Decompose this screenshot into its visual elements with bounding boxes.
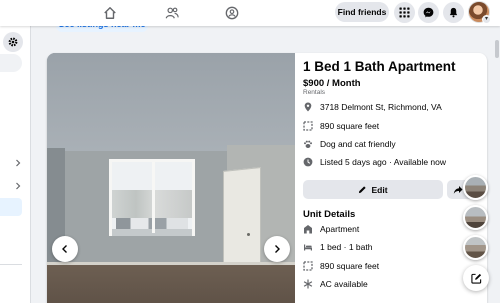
pencil-icon (359, 186, 367, 194)
photo-window (109, 159, 195, 236)
share-arrow-icon (453, 185, 463, 194)
find-friends-button[interactable]: Find friends (335, 2, 389, 22)
info-row-text: 3718 Delmont St, Richmond, VA (320, 102, 442, 112)
next-photo-button[interactable] (264, 236, 290, 262)
sidebar-search-input[interactable] (0, 54, 22, 72)
unit-row-bed-bath: 1 bed · 1 bath (303, 240, 372, 254)
listing-title: 1 Bed 1 Bath Apartment (303, 59, 456, 74)
home-icon[interactable] (100, 4, 120, 22)
chat-head-thumbnail[interactable] (463, 175, 488, 200)
compose-message-button[interactable] (463, 265, 489, 291)
groups-icon[interactable] (222, 4, 242, 22)
info-row-pets: Dog and cat friendly (303, 137, 396, 151)
info-row-location[interactable]: 3718 Delmont St, Richmond, VA (303, 100, 442, 114)
gear-icon[interactable] (3, 32, 23, 52)
chevron-right-icon (275, 245, 280, 253)
unit-row-text: 1 bed · 1 bath (320, 242, 373, 252)
previous-photo-button[interactable] (52, 236, 78, 262)
chevron-right-icon[interactable] (14, 154, 24, 167)
unit-row-ac: AC available (303, 277, 368, 291)
snowflake-icon (303, 279, 313, 289)
chat-head-thumbnail[interactable] (463, 235, 488, 260)
listing-price: $900 / Month (303, 78, 361, 89)
unit-row-type: Apartment (303, 222, 359, 236)
square-footage-icon (303, 121, 313, 131)
info-row-text: Dog and cat friendly (320, 139, 396, 149)
chat-head-thumbnail[interactable] (463, 205, 488, 230)
sidebar-divider (0, 264, 22, 265)
square-footage-icon (303, 261, 313, 271)
edit-listing-button[interactable]: Edit (303, 180, 443, 199)
unit-row-text: 890 square feet (320, 261, 380, 271)
info-row-text: 890 square feet (320, 121, 380, 131)
menu-grid-icon[interactable] (394, 2, 415, 23)
friends-icon[interactable] (162, 4, 182, 22)
unit-row-text: Apartment (320, 224, 360, 234)
edit-label: Edit (371, 184, 388, 195)
account-avatar[interactable]: ▾ (468, 1, 491, 24)
listing-photo[interactable] (47, 53, 295, 303)
compose-icon (470, 273, 481, 284)
unit-row-size: 890 square feet (303, 259, 379, 273)
messenger-icon[interactable] (418, 2, 439, 23)
page-scrollbar[interactable] (494, 26, 500, 303)
paw-icon (303, 139, 313, 149)
chevron-right-icon[interactable] (14, 177, 24, 190)
bed-icon (303, 242, 313, 252)
notifications-bell-icon[interactable] (443, 2, 464, 23)
unit-row-text: AC available (320, 279, 368, 289)
clock-icon (303, 157, 313, 167)
top-navigation-bar: Find friends ▾ (0, 0, 500, 26)
listing-details: 1 Bed 1 Bath Apartment $900 / Month Rent… (303, 53, 487, 303)
location-pin-icon (303, 102, 313, 112)
info-row-size: 890 square feet (303, 119, 379, 133)
info-row-text: Listed 5 days ago · Available now (320, 157, 447, 167)
chevron-down-icon[interactable]: ▾ (482, 15, 491, 24)
sidebar-item-selected[interactable] (0, 198, 22, 216)
listing-category[interactable]: Rentals (303, 89, 325, 96)
apartment-icon (303, 224, 313, 234)
info-row-listed: Listed 5 days ago · Available now (303, 155, 446, 169)
marketplace-sidebar (0, 26, 31, 303)
scrollbar-thumb[interactable] (495, 40, 499, 58)
unit-details-heading: Unit Details (303, 209, 356, 220)
listing-card: 1 Bed 1 Bath Apartment $900 / Month Rent… (47, 53, 487, 303)
chevron-left-icon (62, 245, 67, 253)
